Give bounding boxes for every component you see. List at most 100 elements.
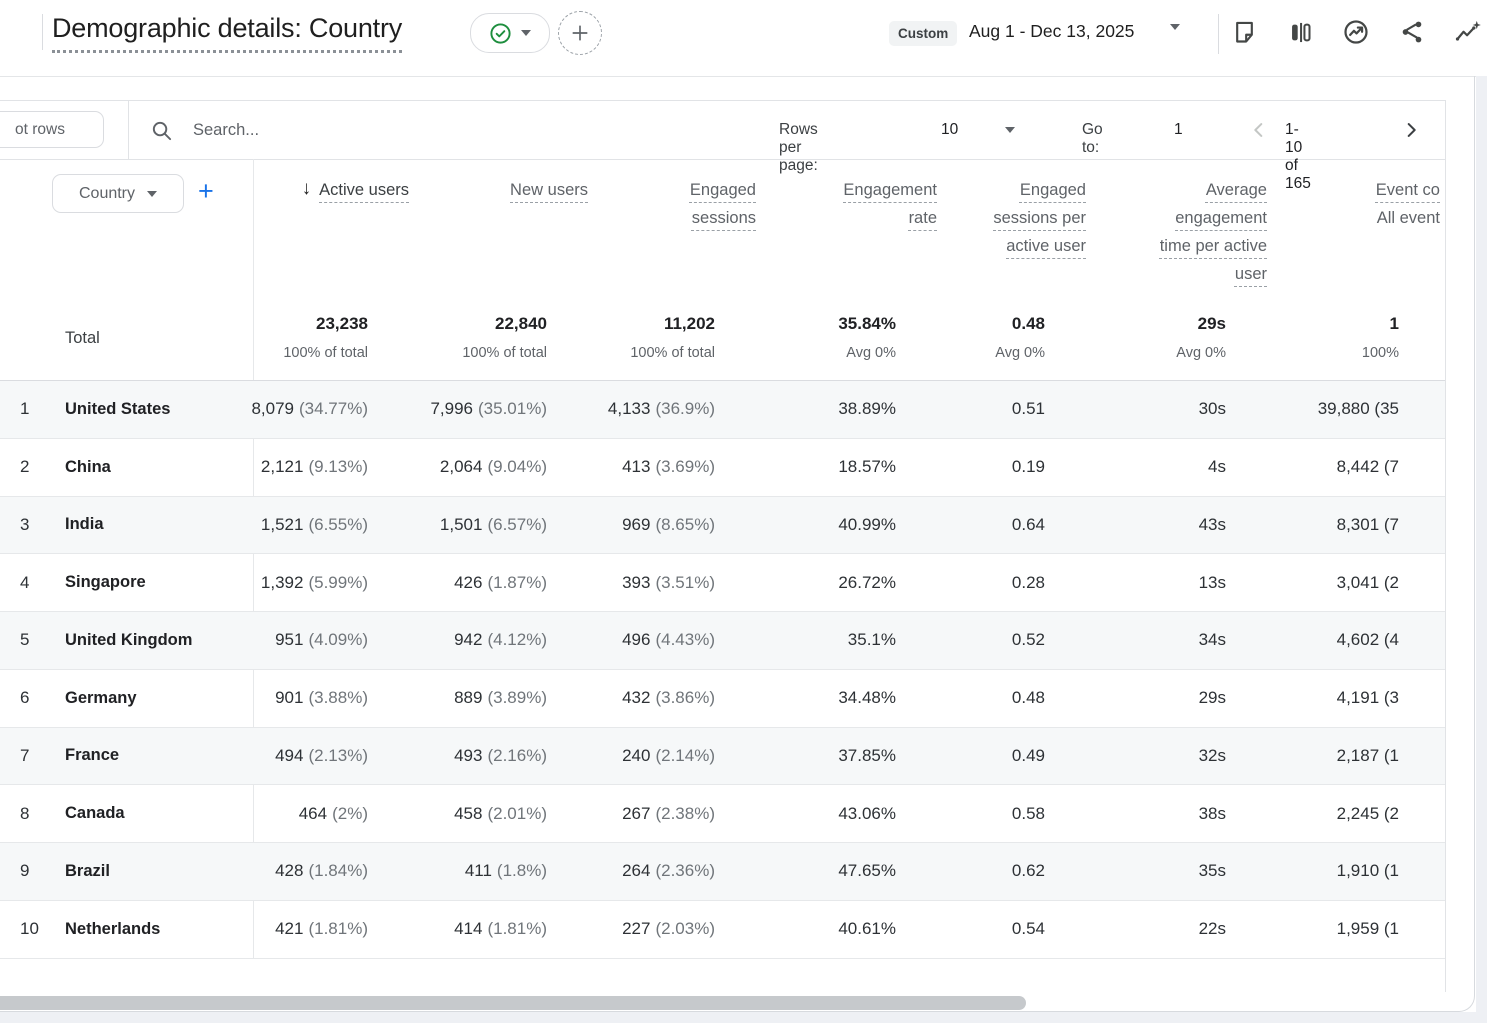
active-users-value: 421(1.81%) [275, 901, 368, 958]
avg-engagement-time-value: 34s [1199, 612, 1226, 669]
row-index: 3 [20, 497, 29, 554]
total-active-users: 23,238100% of total [283, 314, 368, 361]
column-header-new-users[interactable]: New users [510, 176, 588, 204]
row-index: 6 [20, 670, 29, 727]
table-toolbar: ot rows Rows per page: 10 Go to: 1 1-10 … [0, 100, 1446, 160]
avg-engagement-time-value: 38s [1199, 785, 1226, 842]
date-mode-chip: Custom [889, 21, 957, 46]
page-background-bottom [0, 1012, 1487, 1023]
new-users-value: 7,996(35.01%) [430, 381, 547, 438]
dimension-select[interactable]: Country [52, 174, 184, 213]
event-count-value: 3,041 (2 [1337, 554, 1399, 611]
event-count-value: 1,959 (1 [1337, 901, 1399, 958]
row-index: 4 [20, 554, 29, 611]
page-background-right [1476, 76, 1487, 1023]
new-users-value: 411(1.8%) [465, 843, 547, 900]
notes-button[interactable] [1226, 14, 1262, 50]
event-count-value: 4,191 (3 [1337, 670, 1399, 727]
column-header-engaged-sessions[interactable]: Engaged sessions [656, 176, 756, 232]
total-engaged-sessions-per-user: 0.48Avg 0% [995, 314, 1045, 361]
active-users-value: 951(4.09%) [275, 612, 368, 669]
table-row[interactable]: 3 India 1,521(6.55%) 1,501(6.57%) 969(8.… [0, 497, 1446, 555]
comparison-button[interactable] [1282, 14, 1318, 50]
country-name: United Kingdom [65, 612, 192, 669]
rows-per-page-chevron-icon[interactable] [1005, 127, 1015, 133]
table-row[interactable]: 6 Germany 901(3.88%) 889(3.89%) 432(3.86… [0, 670, 1446, 728]
report-status-badge[interactable] [470, 13, 550, 53]
table-row[interactable]: 5 United Kingdom 951(4.09%) 942(4.12%) 4… [0, 612, 1446, 670]
column-header-engaged-sessions-per-user[interactable]: Engaged sessions per active user [991, 176, 1086, 260]
search-input[interactable] [191, 120, 575, 141]
column-header-engagement-rate[interactable]: Engagement rate [835, 176, 937, 232]
date-range-selector[interactable]: Aug 1 - Dec 13, 2025 [969, 21, 1134, 42]
active-users-value: 464(2%) [299, 785, 368, 842]
engagement-rate-value: 43.06% [838, 785, 896, 842]
new-users-value: 414(1.81%) [454, 901, 547, 958]
engaged-sessions-value: 496(4.43%) [622, 612, 715, 669]
table-row[interactable]: 8 Canada 464(2%) 458(2.01%) 267(2.38%) 4… [0, 785, 1446, 843]
table-row[interactable]: 4 Singapore 1,392(5.99%) 426(1.87%) 393(… [0, 554, 1446, 612]
active-users-value: 1,521(6.55%) [261, 497, 368, 554]
avg-engagement-time-value: 4s [1208, 439, 1226, 496]
toolbar-divider [128, 101, 129, 159]
engaged-sessions-value: 267(2.38%) [622, 785, 715, 842]
add-dimension-button[interactable]: + [198, 176, 214, 206]
engagement-rate-value: 26.72% [838, 554, 896, 611]
share-icon [1399, 19, 1425, 45]
table-row[interactable]: 10 Netherlands 421(1.81%) 414(1.81%) 227… [0, 901, 1446, 959]
table-row[interactable]: 2 China 2,121(9.13%) 2,064(9.04%) 413(3.… [0, 439, 1446, 497]
event-count-value: 2,187 (1 [1337, 728, 1399, 785]
engaged-sessions-value: 432(3.86%) [622, 670, 715, 727]
active-users-value: 494(2.13%) [275, 728, 368, 785]
previous-page-button[interactable] [1246, 117, 1272, 143]
event-count-sublabel: All event [1376, 204, 1440, 232]
engaged-sessions-per-user-value: 0.28 [1012, 554, 1045, 611]
country-name: United States [65, 381, 170, 438]
event-count-value: 1,910 (1 [1337, 843, 1399, 900]
column-header-avg-engagement-time[interactable]: Average engagement time per active user [1159, 176, 1267, 288]
insights-icon [1342, 18, 1370, 46]
avg-engagement-time-value: 43s [1199, 497, 1226, 554]
engaged-sessions-value: 240(2.14%) [622, 728, 715, 785]
column-header-active-users[interactable]: ↓ Active users [302, 176, 409, 204]
horizontal-scrollbar[interactable] [0, 996, 1026, 1010]
row-index: 9 [20, 843, 29, 900]
add-report-button[interactable] [558, 11, 602, 55]
plus-icon [569, 22, 591, 44]
date-chevron-down-icon[interactable] [1170, 24, 1180, 30]
chevron-right-icon [1400, 119, 1422, 141]
avg-engagement-time-value: 22s [1199, 901, 1226, 958]
event-count-value: 8,442 (7 [1337, 439, 1399, 496]
rows-per-page-select[interactable]: 10 [941, 121, 958, 139]
table-row[interactable]: 7 France 494(2.13%) 493(2.16%) 240(2.14%… [0, 728, 1446, 786]
engagement-rate-value: 47.65% [838, 843, 896, 900]
table-row[interactable]: 9 Brazil 428(1.84%) 411(1.8%) 264(2.36%)… [0, 843, 1446, 901]
engaged-sessions-per-user-value: 0.58 [1012, 785, 1045, 842]
insights-button[interactable] [1338, 14, 1374, 50]
goto-page-input[interactable]: 1 [1174, 121, 1183, 139]
share-button[interactable] [1394, 14, 1430, 50]
engaged-sessions-per-user-value: 0.52 [1012, 612, 1045, 669]
avg-engagement-time-value: 30s [1199, 381, 1226, 438]
toolbar-divider [1218, 14, 1219, 54]
engagement-rate-value: 40.61% [838, 901, 896, 958]
chevron-down-icon [521, 30, 531, 36]
comparison-icon [1287, 19, 1314, 46]
active-users-value: 901(3.88%) [275, 670, 368, 727]
sort-descending-icon: ↓ [302, 176, 312, 202]
country-name: Netherlands [65, 901, 160, 958]
engaged-sessions-value: 413(3.69%) [622, 439, 715, 496]
table-row[interactable]: 1 United States 8,079(34.77%) 7,996(35.0… [0, 381, 1446, 439]
column-header-event-count[interactable]: Event co All event [1376, 176, 1440, 232]
event-count-value: 4,602 (4 [1337, 612, 1399, 669]
next-page-button[interactable] [1398, 117, 1424, 143]
row-index: 10 [20, 901, 39, 958]
page-title[interactable]: Demographic details: Country [52, 12, 402, 53]
engagement-rate-value: 38.89% [838, 381, 896, 438]
analytics-intelligence-button[interactable] [1450, 14, 1486, 50]
event-count-value: 8,301 (7 [1337, 497, 1399, 554]
total-engaged-sessions: 11,202100% of total [630, 314, 715, 361]
total-avg-engagement-time: 29sAvg 0% [1176, 314, 1226, 361]
pivot-rows-button[interactable]: ot rows [0, 111, 104, 148]
engaged-sessions-value: 264(2.36%) [622, 843, 715, 900]
